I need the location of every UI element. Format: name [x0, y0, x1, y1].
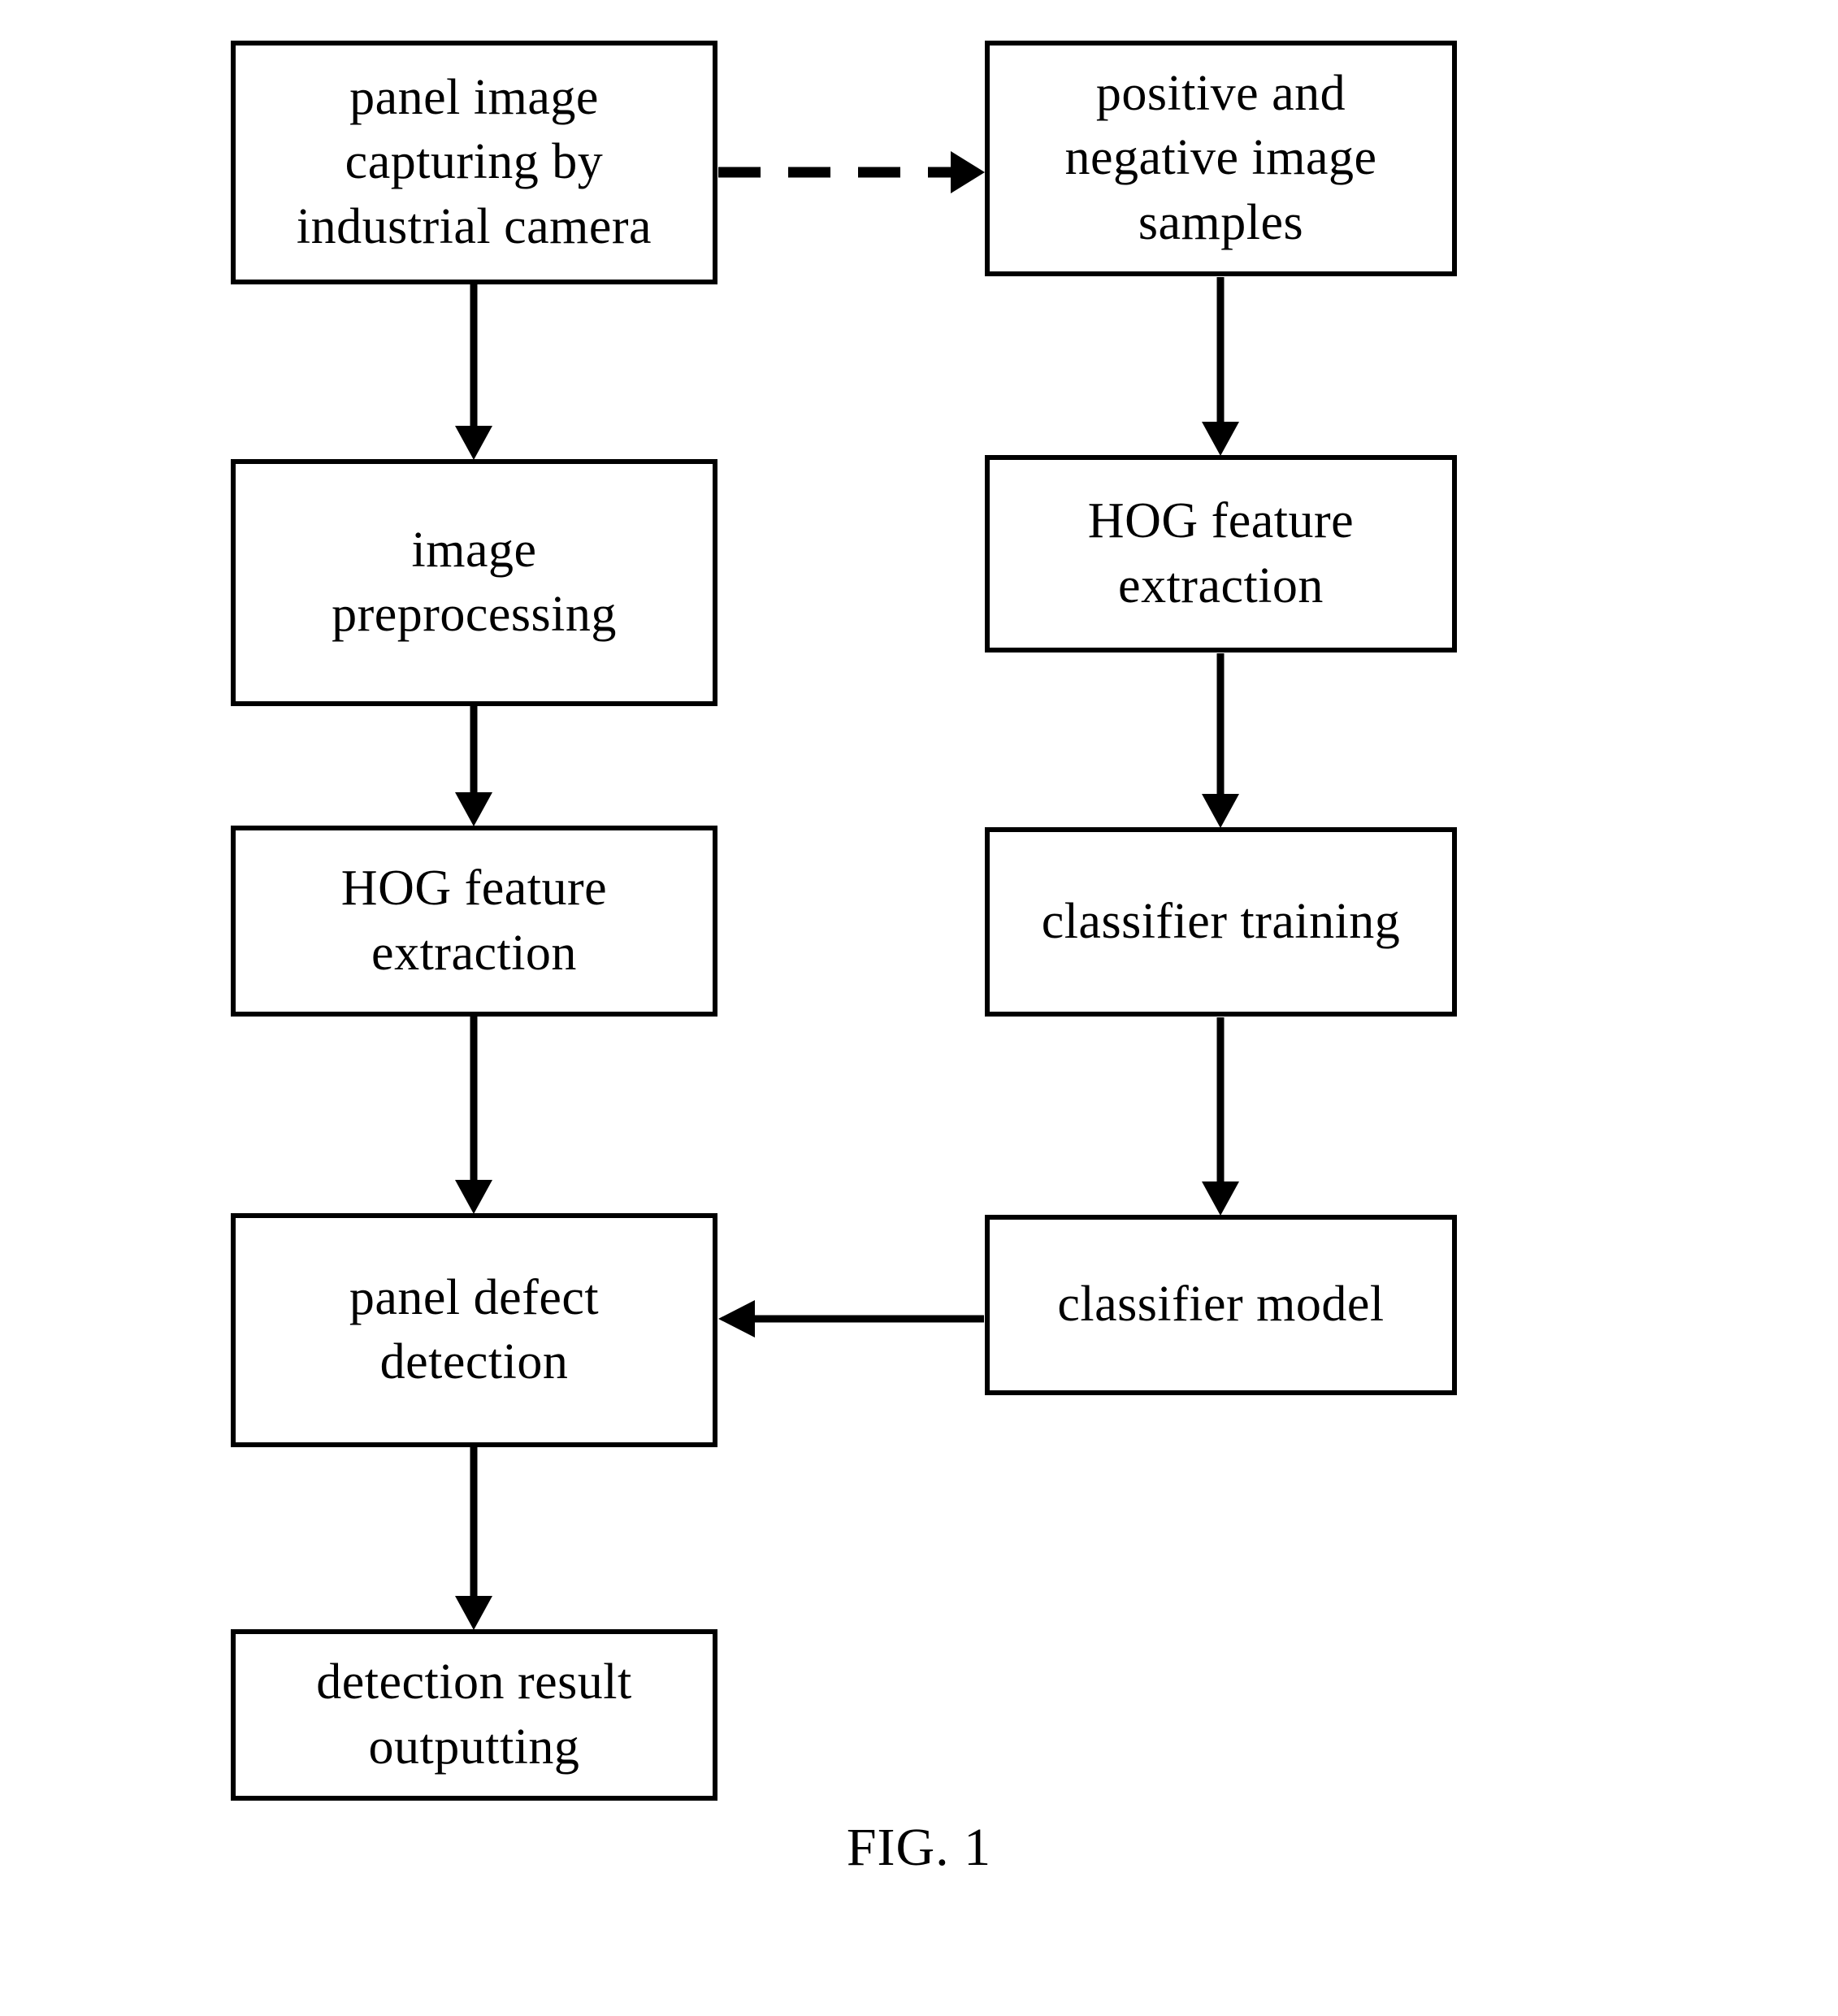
node-label: positive and negative image samples [1064, 65, 1377, 250]
node-label: HOG feature extraction [340, 861, 608, 981]
edge-panel-defect-detection-to-output [455, 1447, 492, 1630]
node-hog-feature-extraction-detection[interactable]: HOG feature extraction [231, 826, 717, 1017]
flowchart-figure: panel image capturing by industrial came… [0, 0, 1838, 2016]
edge-hog-extraction-to-classifier-training [1202, 653, 1239, 828]
node-label: HOG feature extraction [1087, 493, 1355, 613]
node-classifier-model[interactable]: classifier model [985, 1215, 1457, 1395]
edge-capture-to-preprocess [455, 284, 492, 460]
node-image-preprocessing[interactable]: image preprocessing [231, 459, 717, 706]
node-classifier-training[interactable]: classifier training [985, 827, 1457, 1017]
edge-samples-to-hog-extraction [1202, 277, 1239, 456]
edge-capture-to-samples-dashed [718, 151, 985, 193]
node-panel-defect-detection[interactable]: panel defect detection [231, 1213, 717, 1447]
node-positive-negative-samples[interactable]: positive and negative image samples [985, 41, 1457, 276]
figure-caption: FIG. 1 [846, 1818, 992, 1877]
node-label: panel defect detection [349, 1269, 600, 1390]
edge-hog-extraction-to-panel-defect-detection [455, 1017, 492, 1214]
node-panel-image-capturing[interactable]: panel image capturing by industrial came… [231, 41, 717, 284]
node-label: classifier model [1057, 1277, 1385, 1333]
node-hog-feature-extraction-training[interactable]: HOG feature extraction [985, 455, 1457, 652]
edge-classifier-training-to-classifier-model [1202, 1017, 1239, 1216]
node-label: classifier training [1041, 893, 1401, 949]
node-label: detection result outputting [316, 1654, 632, 1775]
node-label: panel image capturing by industrial came… [296, 69, 652, 254]
node-detection-result-outputting[interactable]: detection result outputting [231, 1629, 717, 1801]
edge-preprocess-to-hog-extraction [455, 706, 492, 826]
edge-classifier-model-to-panel-defect-detection [718, 1300, 984, 1337]
node-label: image preprocessing [332, 522, 617, 642]
